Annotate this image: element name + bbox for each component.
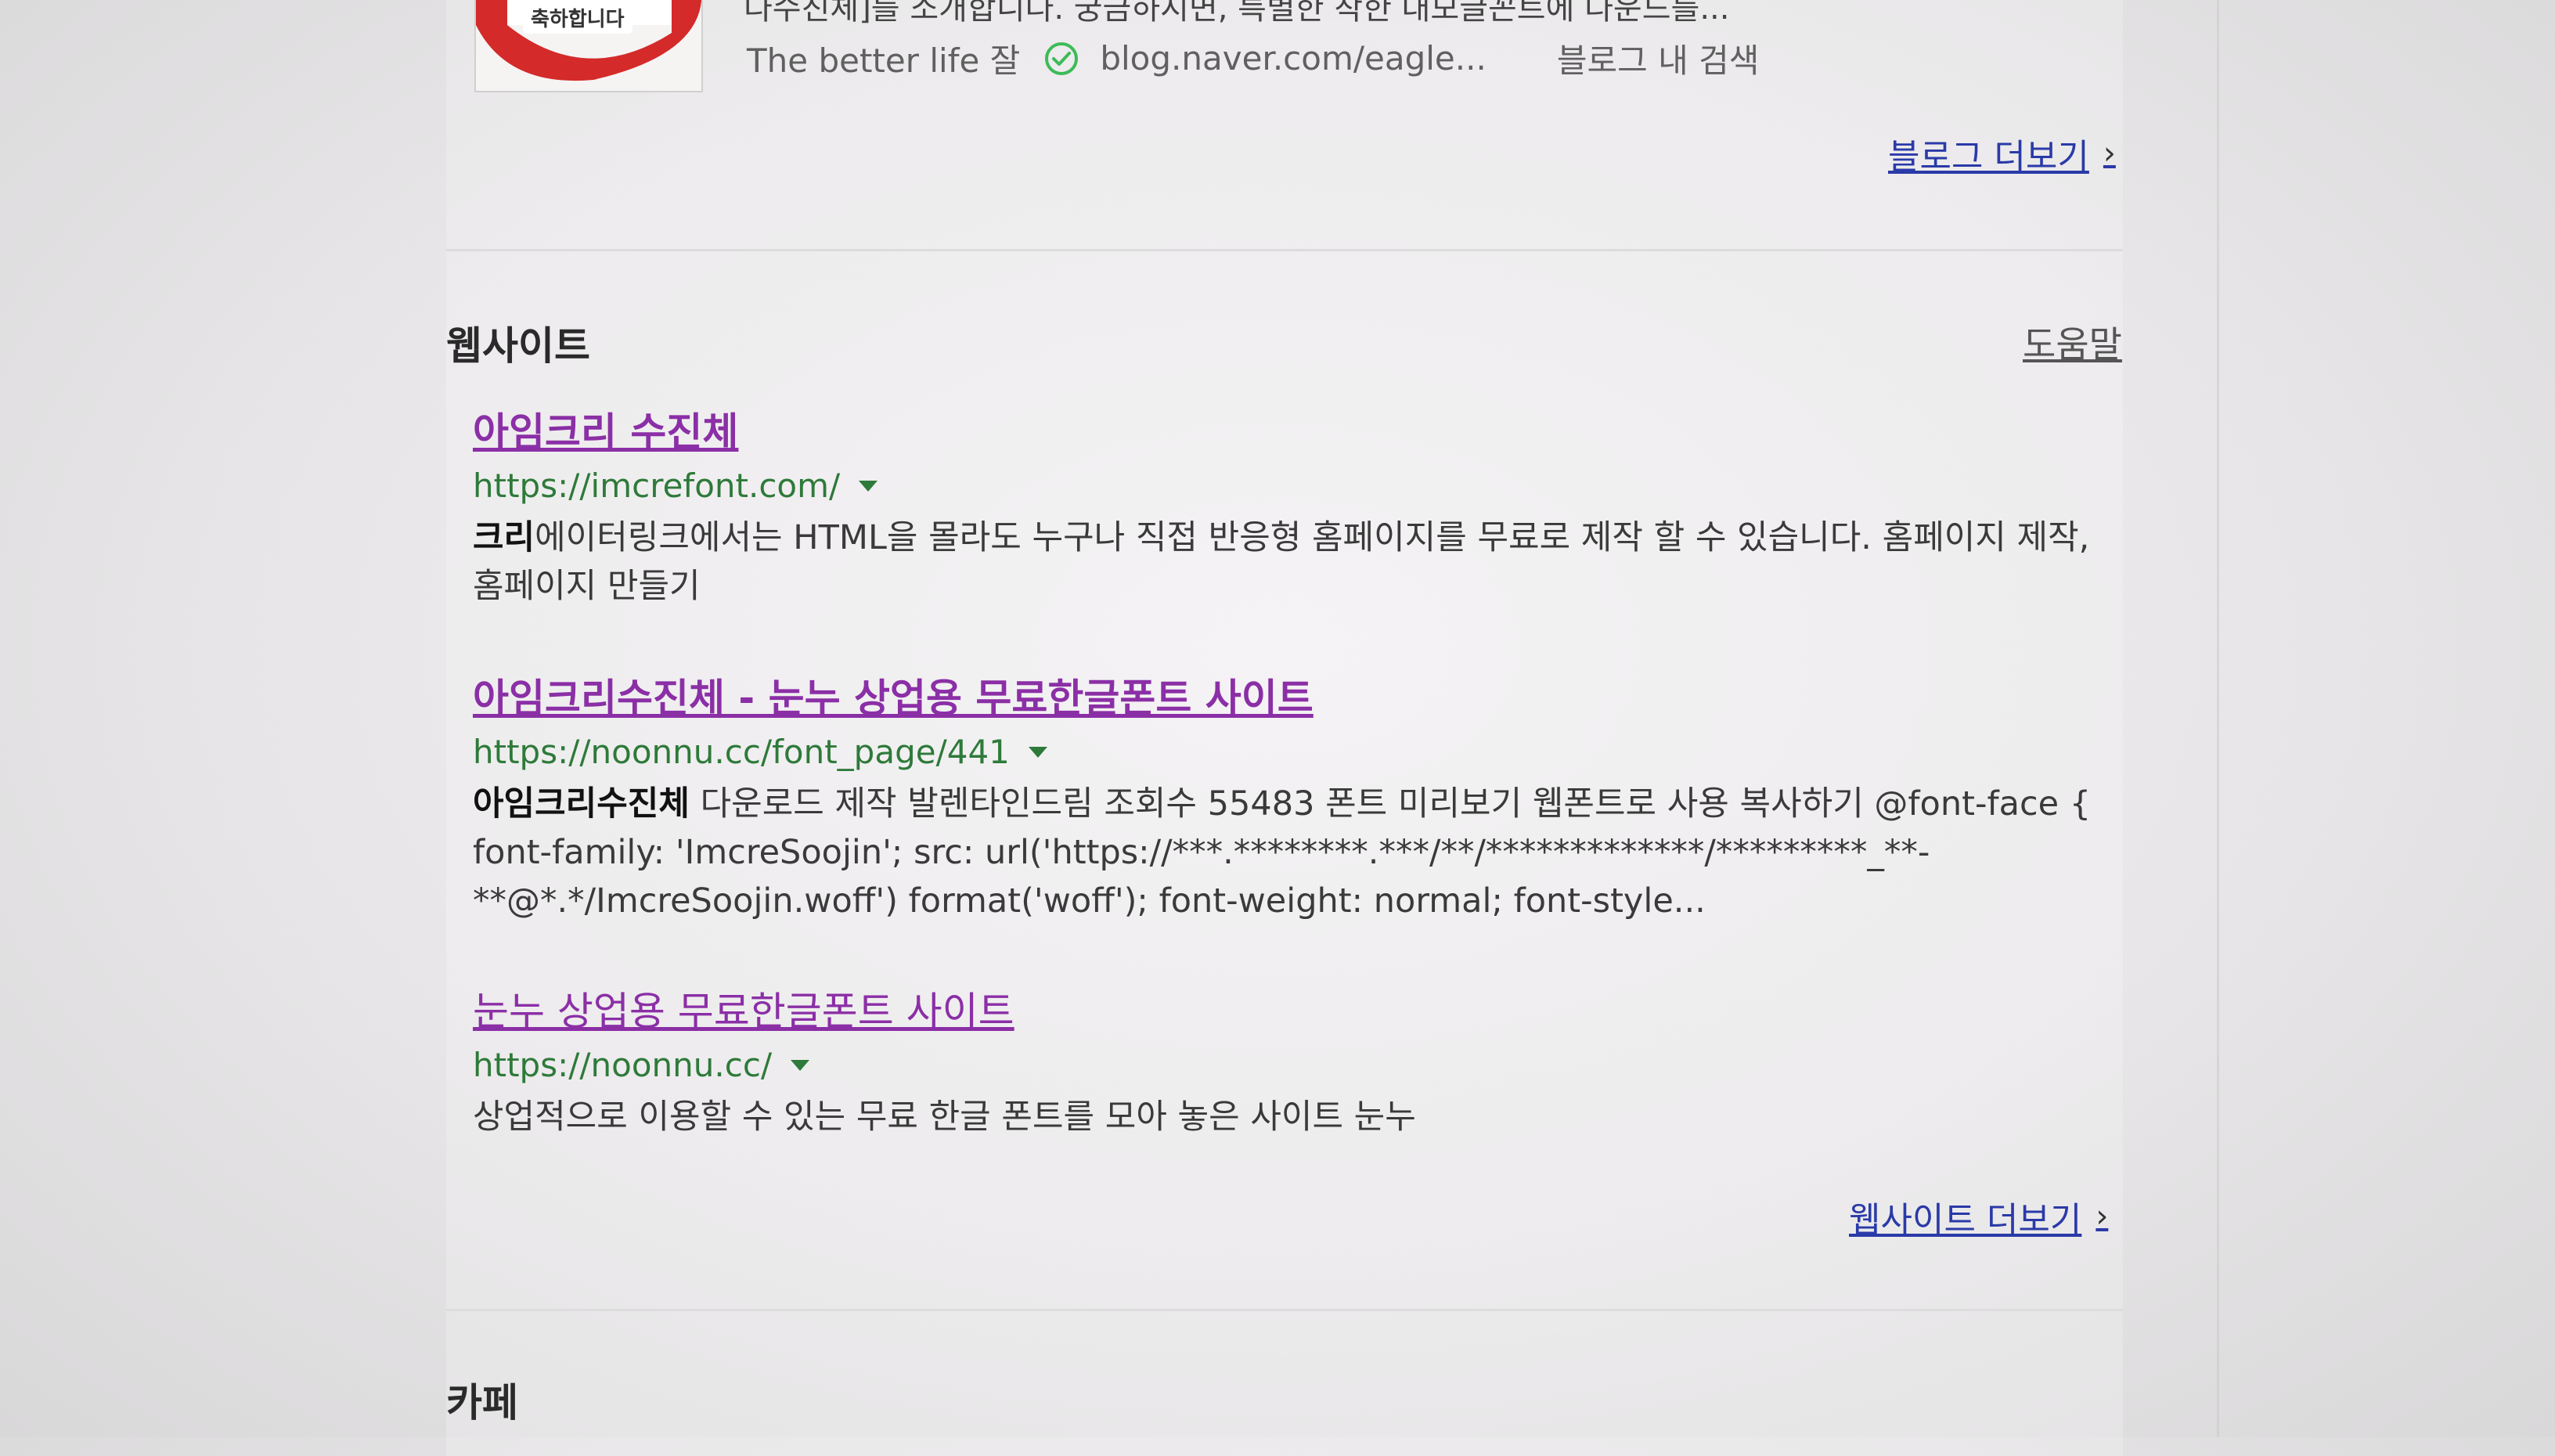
cafe-section-title: 카페	[446, 1380, 518, 1425]
thumbnail-caption: 축하합니다	[523, 2, 632, 34]
chevron-right-icon: ›	[2096, 1198, 2109, 1234]
result-title-link[interactable]: 아임크리 수진체	[473, 407, 738, 457]
result-description-text: 에이터링크에서는 HTML을 몰라도 누구나 직접 반응형 홈페이지를 무료로 …	[473, 518, 2090, 606]
result-description: 아임크리수진체 다운로드 제작 발렌타인드림 조회수 55483 폰트 미리보기…	[473, 780, 2117, 925]
section-divider	[446, 249, 2123, 251]
result-title-link[interactable]: 아임크리수진체 - 눈누 상업용 무료한글폰트 사이트	[473, 673, 1314, 723]
result-description: 상업적으로 이용할 수 있는 무료 한글 폰트를 모아 놓은 사이트 눈누	[473, 1093, 2117, 1141]
result-description-text: 다운로드 제작 발렌타인드림 조회수 55483 폰트 미리보기 웹폰트로 사용…	[473, 784, 2092, 921]
result-url-text[interactable]: https://imcrefont.com/	[473, 463, 840, 509]
blog-url[interactable]: blog.naver.com/eagle...	[1100, 39, 1487, 77]
blog-snippet: 다수진체]를 소개합니다. 궁금하시면, 특별한 착한 대모글꼰트에 다운드를.…	[744, 0, 1730, 27]
result-url: https://imcrefont.com/	[473, 463, 2117, 509]
in-blog-search-link[interactable]: 블로그 내 검색	[1557, 34, 1760, 82]
blog-meta: The better life 잘 blog.naver.com/eagle..…	[747, 34, 1759, 82]
help-link[interactable]: 도움말	[2023, 316, 2122, 368]
result-highlight: 아임크리수진체	[473, 784, 690, 824]
website-result: 눈누 상업용 무료한글폰트 사이트 https://noonnu.cc/ 상업적…	[473, 986, 2117, 1141]
blog-more-label: 블로그 더보기	[1888, 137, 2089, 177]
website-result: 아임크리 수진체 https://imcrefont.com/ 크리에이터링크에…	[473, 407, 2117, 611]
website-more-link[interactable]: 웹사이트 더보기 ›	[1849, 1191, 2108, 1242]
right-column-border	[2217, 0, 2219, 1437]
result-description: 크리에이터링크에서는 HTML을 몰라도 누구나 직접 반응형 홈페이지를 무료…	[473, 514, 2117, 611]
chevron-right-icon: ›	[2103, 135, 2116, 171]
result-url-text[interactable]: https://noonnu.cc/	[473, 1043, 772, 1088]
result-highlight: 크리	[473, 518, 535, 557]
caret-down-icon[interactable]	[1028, 747, 1047, 758]
result-title-link[interactable]: 눈누 상업용 무료한글폰트 사이트	[473, 986, 1014, 1036]
website-more-label: 웹사이트 더보기	[1849, 1200, 2082, 1240]
caret-down-icon[interactable]	[791, 1060, 810, 1071]
result-url: https://noonnu.cc/font_page/441	[473, 730, 2117, 775]
result-description-text: 상업적으로 이용할 수 있는 무료 한글 폰트를 모아 놓은 사이트 눈누	[473, 1097, 1416, 1137]
section-divider	[446, 1309, 2123, 1311]
blog-thumbnail[interactable]: 축하합니다	[474, 0, 703, 92]
blog-more-link[interactable]: 블로그 더보기 ›	[1888, 128, 2116, 178]
website-result: 아임크리수진체 - 눈누 상업용 무료한글폰트 사이트 https://noon…	[473, 673, 2117, 925]
check-circle-icon	[1045, 41, 1079, 75]
search-results-page: 축하합니다 다수진체]를 소개합니다. 궁금하시면, 특별한 착한 대모글꼰트에…	[0, 0, 2555, 1456]
result-url: https://noonnu.cc/	[473, 1043, 2117, 1088]
caret-down-icon[interactable]	[859, 481, 878, 492]
website-section-title: 웹사이트	[446, 323, 590, 369]
result-url-text[interactable]: https://noonnu.cc/font_page/441	[473, 730, 1010, 775]
blog-name[interactable]: The better life 잘	[747, 34, 1020, 82]
